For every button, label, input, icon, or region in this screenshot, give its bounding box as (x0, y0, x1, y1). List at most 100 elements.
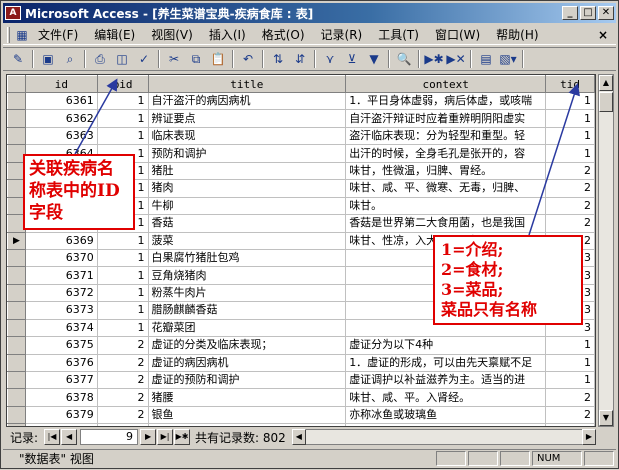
column-header-tid[interactable]: tid (545, 75, 595, 93)
cell-context[interactable]: 自汗盗汗辩证时应着重辨明阴阳虚实 (345, 109, 547, 128)
cell-context[interactable]: 味甘，性微温，归脾、胃经。 (345, 162, 547, 181)
cell-title[interactable]: 乌骨鸡：又称乌鸡、武山鸡 (148, 423, 347, 426)
sort-ascending-icon[interactable]: ⇅ (267, 49, 289, 69)
cell-tid[interactable]: 2 (545, 162, 595, 181)
record-selector[interactable] (7, 109, 26, 128)
menu-grip[interactable] (7, 26, 10, 43)
cell-context[interactable]: 出汗的时候，全身毛孔是张开的，容 (345, 144, 547, 163)
cell-tid[interactable]: 2 (545, 406, 595, 425)
select-all-corner[interactable] (7, 75, 26, 93)
maximize-button[interactable]: □ (580, 6, 596, 20)
cell-tid[interactable]: 2 (545, 388, 595, 407)
undo-icon[interactable]: ↶ (237, 49, 259, 69)
record-selector[interactable] (7, 370, 26, 390)
table-row[interactable]: 6378 2 猪腰 味甘、咸、平。入肾经。 2 (7, 388, 595, 407)
cell-context[interactable]: 亦称冰鱼或玻璃鱼 (345, 406, 547, 425)
current-record-input[interactable]: 9 (80, 429, 139, 445)
vertical-scrollbar[interactable]: ▲ ▼ (598, 74, 614, 427)
cell-title[interactable]: 粉蒸牛肉片 (148, 284, 347, 303)
cell-pid[interactable]: 1 (97, 319, 149, 338)
cell-context[interactable]: 味甘，性平。 (345, 423, 547, 426)
record-selector[interactable] (7, 301, 26, 320)
cell-context[interactable]: 盗汗临床表现：分为轻型和重型。轻 (345, 127, 547, 146)
new-object-icon[interactable]: ▧▾ (497, 49, 519, 69)
cell-tid[interactable]: 1 (545, 92, 595, 111)
scroll-up-icon[interactable]: ▲ (599, 75, 613, 91)
table-row[interactable]: 6375 2 虚证的分类及临床表现； 虚证分为以下4种 1 (7, 336, 595, 355)
cell-pid[interactable]: 1 (97, 266, 149, 285)
column-header-id[interactable]: id (24, 75, 98, 93)
cell-pid[interactable]: 1 (97, 92, 149, 111)
menu-format[interactable]: 格式(O) (254, 26, 313, 43)
cell-context[interactable]: 香菇是世界第二大食用菌，也是我国 (345, 214, 547, 233)
cell-pid[interactable]: 2 (97, 371, 149, 390)
menu-window[interactable]: 窗口(W) (427, 26, 488, 43)
table-doc-icon[interactable]: ▦ (14, 25, 30, 45)
cell-title[interactable]: 银鱼 (148, 406, 347, 425)
delete-record-icon[interactable]: ▶✕ (445, 49, 467, 69)
cell-id[interactable]: 6362 (25, 109, 98, 128)
table-row[interactable]: 6377 2 虚证的预防和调护 虚证调护以补益滋养为主。适当的进 1 (7, 370, 595, 390)
cell-pid[interactable]: 1 (97, 127, 149, 146)
record-selector[interactable] (7, 126, 26, 146)
cell-tid[interactable]: 1 (545, 336, 595, 355)
first-record-icon[interactable]: |◀ (44, 429, 61, 445)
last-record-icon[interactable]: ▶| (157, 429, 174, 445)
record-selector[interactable] (7, 91, 26, 111)
column-header-title[interactable]: title (147, 75, 347, 93)
cell-id[interactable]: 6363 (25, 127, 98, 146)
cell-id[interactable]: 6370 (25, 249, 98, 268)
menu-file[interactable]: 文件(F) (30, 26, 86, 43)
filter-selection-icon[interactable]: ⋎ (319, 49, 341, 69)
cell-tid[interactable]: 2 (545, 197, 595, 216)
cell-id[interactable]: 6374 (25, 319, 98, 338)
cell-id[interactable]: 6361 (25, 92, 98, 111)
cell-pid[interactable]: 2 (97, 406, 149, 425)
table-row[interactable]: 6361 1 自汗盗汗的病因病机 1．平日身体虚弱，病后体虚，或咳喘 1 (7, 91, 595, 111)
cell-id[interactable]: 6375 (25, 336, 98, 355)
cell-title[interactable]: 自汗盗汗的病因病机 (148, 92, 347, 111)
horizontal-scrollbar[interactable]: ◀ ▶ (291, 429, 596, 445)
cell-id[interactable]: 6369 (25, 232, 98, 250)
cell-title[interactable]: 猪肉 (148, 179, 347, 198)
cell-title[interactable]: 腊肠麒麟香菇 (148, 301, 347, 320)
cell-id[interactable]: 6372 (25, 284, 98, 303)
cell-title[interactable]: 临床表现 (148, 127, 347, 146)
cell-context[interactable]: 虚证分为以下4种 (345, 336, 547, 355)
menu-view[interactable]: 视图(V) (143, 26, 201, 43)
find-icon[interactable]: 🔍 (393, 49, 415, 69)
minimize-button[interactable]: _ (562, 6, 578, 20)
cell-title[interactable]: 豆角烧猪肉 (148, 266, 347, 285)
cell-pid[interactable]: 2 (97, 423, 149, 426)
cell-context[interactable]: 味甘、咸、平、微寒、无毒，归脾、 (345, 179, 547, 198)
print-preview-icon[interactable]: ◫ (111, 49, 133, 69)
column-header-context[interactable]: context (345, 75, 547, 93)
record-selector[interactable]: ▶ (7, 231, 26, 250)
cell-id[interactable]: 6373 (25, 301, 98, 320)
cell-pid[interactable]: 1 (97, 249, 149, 268)
cut-icon[interactable]: ✂ (163, 49, 185, 69)
cell-title[interactable]: 牛柳 (148, 197, 347, 216)
table-row[interactable]: 6379 2 银鱼 亦称冰鱼或玻璃鱼 2 (7, 405, 595, 425)
new-record-icon[interactable]: ▶✱ (423, 49, 445, 69)
cell-title[interactable]: 香菇 (148, 214, 347, 233)
cell-context[interactable]: 虚证调护以补益滋养为主。适当的进 (345, 371, 547, 390)
cell-pid[interactable]: 2 (97, 336, 149, 355)
cell-id[interactable]: 6378 (25, 388, 98, 407)
cell-pid[interactable]: 1 (97, 284, 149, 303)
menu-records[interactable]: 记录(R) (313, 26, 371, 43)
cell-context[interactable]: 1．平日身体虚弱，病后体虚，或咳喘 (345, 92, 547, 111)
doc-close-icon[interactable]: × (598, 28, 616, 42)
sort-descending-icon[interactable]: ⇵ (289, 49, 311, 69)
cell-id[interactable]: 6379 (25, 406, 98, 425)
cell-id[interactable]: 6380 (25, 423, 98, 426)
table-row[interactable]: 6363 1 临床表现 盗汗临床表现：分为轻型和重型。轻 1 (7, 126, 595, 146)
cell-context[interactable]: 味甘。 (345, 197, 547, 216)
cell-title[interactable]: 辨证要点 (148, 109, 347, 128)
cell-id[interactable]: 6376 (25, 354, 98, 373)
menu-insert[interactable]: 插入(I) (201, 26, 254, 43)
search-icon[interactable]: ⌕ (59, 49, 81, 69)
record-selector[interactable] (7, 248, 26, 268)
table-row[interactable]: 63802乌骨鸡：又称乌鸡、武山鸡味甘，性平。2 (7, 423, 595, 426)
column-header-pid[interactable]: pid (96, 75, 149, 93)
